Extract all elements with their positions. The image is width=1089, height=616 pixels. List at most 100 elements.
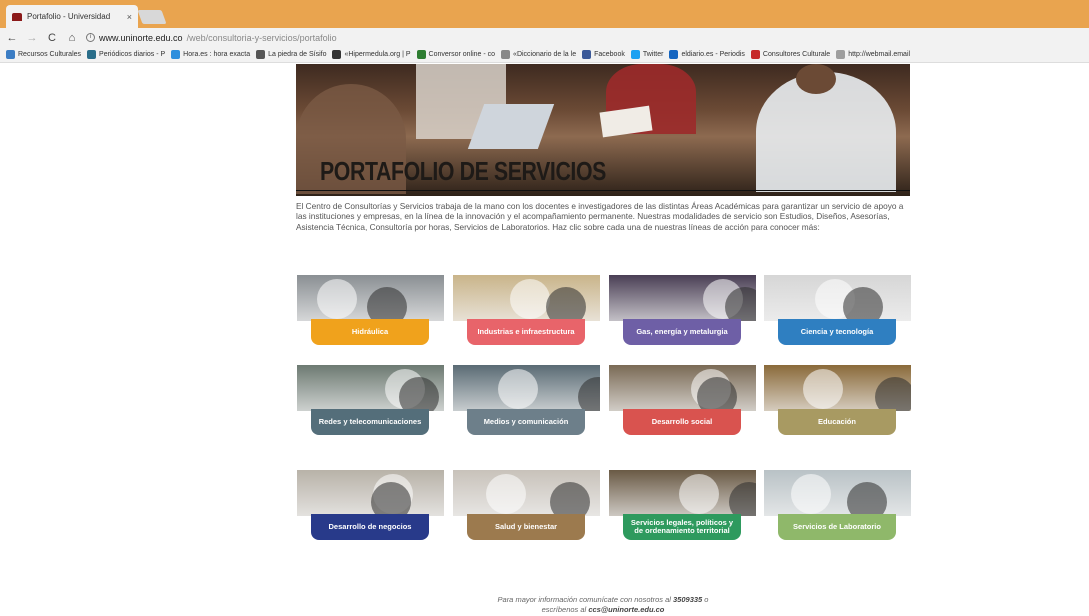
service-card[interactable]: Servicios legales, políticos y de ordena… xyxy=(609,470,756,542)
browser-tab[interactable]: Portafolio - Universidad × xyxy=(6,5,138,28)
service-photo xyxy=(609,470,756,516)
reload-icon[interactable]: C xyxy=(44,32,60,44)
address-bar[interactable]: i www.uninorte.edu.co/web/consultoria-y-… xyxy=(86,33,337,43)
bookmark-icon xyxy=(501,50,511,59)
back-icon[interactable]: ← xyxy=(4,32,20,44)
footer-email[interactable]: ccs@uninorte.edu.co xyxy=(588,605,664,614)
footer-text: Para mayor información comunícate con no… xyxy=(497,595,674,604)
home-icon[interactable]: ⌂ xyxy=(64,32,80,44)
bookmark-item[interactable]: Conversor online - co xyxy=(416,50,496,59)
bookmark-item[interactable]: Facebook xyxy=(582,50,625,59)
footer-line-2: escríbenos al ccs@uninorte.edu.co xyxy=(0,605,1089,615)
page-title: PORTAFOLIO DE SERVICIOS xyxy=(320,156,606,186)
bookmark-icon xyxy=(332,50,342,59)
bookmark-icon xyxy=(256,50,266,59)
bookmark-label: «Diccionario de la le xyxy=(513,51,577,58)
tab-close-icon[interactable]: × xyxy=(127,12,132,22)
bookmark-icon xyxy=(836,50,846,59)
service-label[interactable]: Gas, energía y metalurgia xyxy=(623,319,741,345)
bookmark-label: Facebook xyxy=(594,51,625,58)
bookmark-label: Twitter xyxy=(642,51,664,58)
service-photo xyxy=(453,365,600,411)
service-card[interactable]: Desarrollo de negocios xyxy=(297,470,444,542)
bookmark-icon xyxy=(750,50,760,59)
service-photo xyxy=(609,365,756,411)
title-underline xyxy=(296,190,910,191)
service-card[interactable]: Medios y comunicación xyxy=(453,365,600,437)
intro-paragraph: El Centro de Consultorías y Servicios tr… xyxy=(296,201,904,232)
service-label[interactable]: Redes y telecomunicaciones xyxy=(311,409,429,435)
service-label[interactable]: Ciencia y tecnología xyxy=(778,319,896,345)
service-photo xyxy=(453,275,600,321)
service-card[interactable]: Redes y telecomunicaciones xyxy=(297,365,444,437)
bookmark-label: Periódicos diarios - P xyxy=(99,51,166,58)
bookmark-label: La piedra de Sísifo xyxy=(268,51,327,58)
bookmark-label: «Hipermedula.org | P xyxy=(344,51,411,58)
hero-banner: PORTAFOLIO DE SERVICIOS xyxy=(296,64,910,196)
bookmarks-bar: Recursos Culturales Periódicos diarios - … xyxy=(0,47,1089,63)
footer-text: escríbenos al xyxy=(541,605,589,614)
footer-text: o xyxy=(702,595,709,604)
new-tab-button[interactable] xyxy=(137,10,167,24)
bookmark-item[interactable]: «Diccionario de la le xyxy=(501,50,576,59)
bookmark-icon xyxy=(6,50,15,59)
bookmark-item[interactable]: Periódicos diarios - P xyxy=(87,50,165,59)
info-icon[interactable]: i xyxy=(86,33,95,42)
service-label[interactable]: Educación xyxy=(778,409,896,435)
service-photo xyxy=(764,470,911,516)
service-card[interactable]: Desarrollo social xyxy=(609,365,756,437)
bookmark-item[interactable]: eldiario.es - Periodis xyxy=(669,50,745,59)
bookmark-icon xyxy=(630,50,640,59)
browser-toolbar: ← → C ⌂ i www.uninorte.edu.co/web/consul… xyxy=(0,28,1089,47)
bookmark-label: Consultores Culturale xyxy=(762,51,831,58)
service-photo xyxy=(609,275,756,321)
service-card[interactable]: Educación xyxy=(764,365,911,437)
bookmark-icon xyxy=(582,50,592,59)
service-card[interactable]: Hidráulica xyxy=(297,275,444,347)
laptop-shape xyxy=(467,104,555,149)
tab-title: Portafolio - Universidad xyxy=(27,12,111,21)
bookmark-item[interactable]: Twitter xyxy=(630,50,664,59)
bookmark-label: Conversor online - co xyxy=(428,51,496,58)
hero-photo-shape xyxy=(796,64,836,94)
service-label[interactable]: Industrias e infraestructura xyxy=(467,319,585,345)
contact-footer: Para mayor información comunícate con no… xyxy=(0,595,1089,615)
bookmark-item[interactable]: «Hipermedula.org | P xyxy=(332,50,411,59)
tab-strip: Portafolio - Universidad × xyxy=(0,0,1089,28)
service-photo xyxy=(764,275,911,321)
bookmark-item[interactable]: La piedra de Sísifo xyxy=(256,50,326,59)
service-label[interactable]: Servicios de Laboratorio xyxy=(778,514,896,540)
bookmark-item[interactable]: Hora.es : hora exacta xyxy=(171,50,250,59)
bookmark-label: http://webmail.email xyxy=(848,51,911,58)
bookmark-icon xyxy=(669,50,679,59)
service-photo xyxy=(297,275,444,321)
url-host: www.uninorte.edu.co xyxy=(99,32,183,43)
service-card[interactable]: Gas, energía y metalurgia xyxy=(609,275,756,347)
service-photo xyxy=(297,365,444,411)
service-card[interactable]: Ciencia y tecnología xyxy=(764,275,911,347)
bookmark-label: Recursos Culturales xyxy=(18,51,82,58)
bookmark-item[interactable]: http://webmail.email xyxy=(836,50,910,59)
service-label[interactable]: Hidráulica xyxy=(311,319,429,345)
bookmark-item[interactable]: Recursos Culturales xyxy=(6,50,81,59)
service-label[interactable]: Salud y bienestar xyxy=(467,514,585,540)
bookmark-icon xyxy=(87,50,97,59)
bookmark-label: Hora.es : hora exacta xyxy=(183,51,251,58)
service-card[interactable]: Salud y bienestar xyxy=(453,470,600,542)
bookmark-icon xyxy=(171,50,181,59)
url-path: /web/consultoria-y-servicios/portafolio xyxy=(186,32,337,43)
service-card[interactable]: Servicios de Laboratorio xyxy=(764,470,911,542)
service-label[interactable]: Desarrollo de negocios xyxy=(311,514,429,540)
footer-line-1: Para mayor información comunícate con no… xyxy=(0,595,1089,605)
bookmark-icon xyxy=(416,50,426,59)
bookmark-label: eldiario.es - Periodis xyxy=(681,51,745,58)
favicon-icon xyxy=(12,12,22,21)
forward-icon[interactable]: → xyxy=(24,32,40,44)
service-card[interactable]: Industrias e infraestructura xyxy=(453,275,600,347)
service-photo xyxy=(764,365,911,411)
service-label[interactable]: Servicios legales, políticos y de ordena… xyxy=(623,514,741,540)
bookmark-item[interactable]: Consultores Culturale xyxy=(750,50,831,59)
service-label[interactable]: Desarrollo social xyxy=(623,409,741,435)
service-photo xyxy=(297,470,444,516)
service-label[interactable]: Medios y comunicación xyxy=(467,409,585,435)
